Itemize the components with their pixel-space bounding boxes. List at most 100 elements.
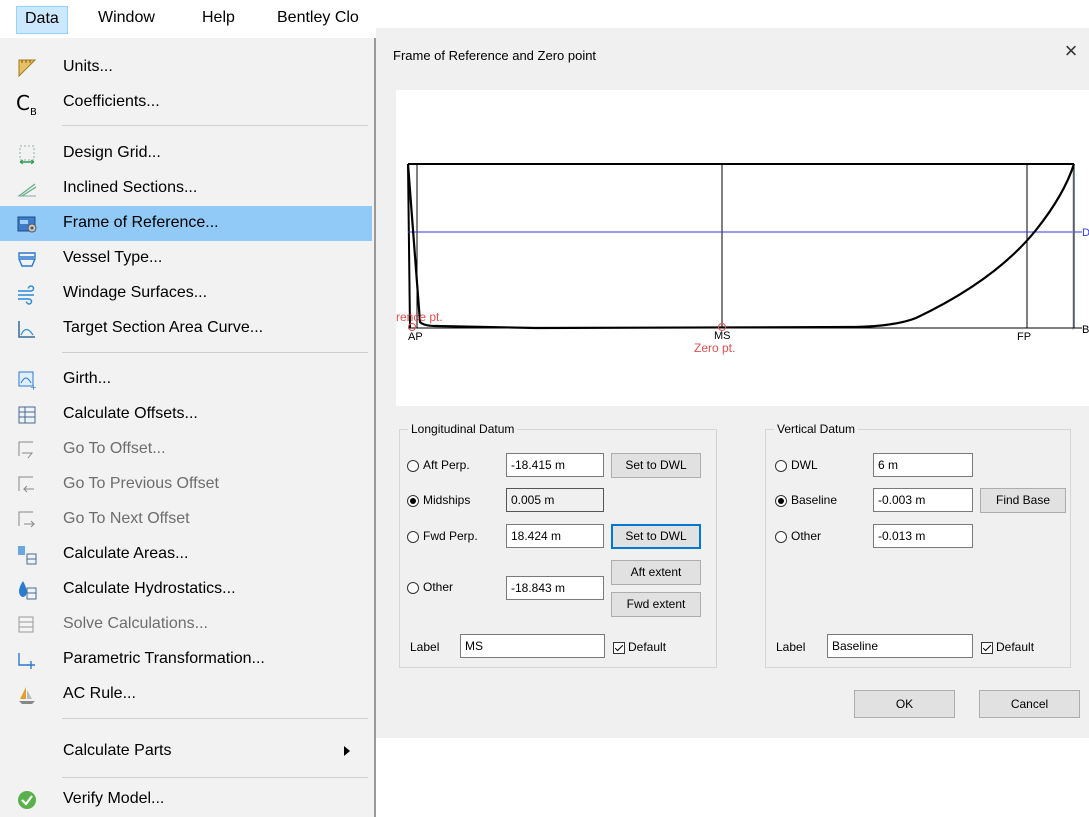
hull-preview: AP MS FP Zero pt. rence pt. D B — [396, 90, 1089, 406]
aft-perp-radio[interactable]: Aft Perp. — [407, 458, 470, 472]
fwd-perp-input[interactable]: 18.424 m — [506, 524, 604, 548]
vertical-datum-group: Vertical Datum DWL 6 m Baseline -0.003 m… — [765, 422, 1071, 668]
midships-radio[interactable]: Midships — [407, 493, 470, 507]
menu-item-inclined-sections[interactable]: Inclined Sections... — [0, 171, 372, 206]
menu-item-label: Parametric Transformation... — [63, 650, 265, 667]
aft-extent-button[interactable]: Aft extent — [611, 560, 701, 585]
menu-item-calculate-areas[interactable]: Calculate Areas... — [0, 537, 372, 572]
menu-item-calculate-hydrostatics[interactable]: Calculate Hydrostatics... — [0, 572, 372, 607]
design-grid-icon — [19, 145, 35, 165]
baseline-mark-label: B — [1082, 324, 1089, 336]
menu-item-ac-rule[interactable]: AC Rule... — [0, 677, 372, 712]
ap-label: AP — [408, 331, 423, 343]
vert-default-checkbox[interactable]: Default — [981, 640, 1034, 654]
radio-dot — [407, 460, 419, 472]
menu-bentley-cloud[interactable]: Bentley Clo — [277, 9, 359, 27]
fp-label: FP — [1017, 331, 1031, 343]
other-long-radio[interactable]: Other — [407, 580, 453, 594]
menu-item-vessel-type[interactable]: Vessel Type... — [0, 241, 372, 276]
coefficient-icon-subscript: B — [29, 107, 37, 118]
fwd-set-to-dwl-button[interactable]: Set to DWL — [611, 524, 701, 549]
dwl-radio[interactable]: DWL — [775, 458, 818, 472]
aft-perp-input[interactable]: -18.415 m — [506, 453, 604, 477]
reference-point-label: rence pt. — [396, 310, 443, 324]
wind-icon — [18, 285, 35, 305]
menu-item-target-section-area-curve[interactable]: Target Section Area Curve... — [0, 311, 372, 346]
fwd-extent-button[interactable]: Fwd extent — [611, 592, 701, 617]
menu-item-label: Calculate Offsets... — [63, 405, 198, 422]
coefficient-cb-icon: CB — [16, 92, 38, 118]
long-default-label: Default — [628, 640, 667, 654]
baseline-label: Baseline — [791, 493, 838, 507]
menu-item-windage-surfaces[interactable]: Windage Surfaces... — [0, 276, 372, 311]
cancel-button[interactable]: Cancel — [979, 690, 1080, 718]
menu-item-girth[interactable]: + Girth... — [0, 362, 372, 397]
menu-item-label: Units... — [63, 58, 113, 75]
menu-item-label: Calculate Parts — [63, 742, 172, 759]
menu-separator — [62, 352, 368, 353]
solve-calculations-icon — [18, 616, 34, 633]
offsets-table-icon — [18, 406, 36, 424]
dialog-title: Frame of Reference and Zero point — [393, 48, 597, 63]
menu-item-go-to-offset[interactable]: Go To Offset... — [0, 432, 372, 467]
menu-separator — [62, 125, 368, 126]
menu-help[interactable]: Help — [202, 9, 235, 27]
other-long-label: Other — [423, 580, 454, 594]
dwl-mark-label: D — [1082, 227, 1089, 239]
menu-data[interactable]: Data — [16, 6, 68, 34]
menu-item-go-to-next-offset[interactable]: Go To Next Offset — [0, 502, 372, 537]
menu-item-label: Solve Calculations... — [63, 615, 208, 632]
other-vert-input[interactable]: -0.013 m — [873, 524, 973, 548]
menu-item-label: Coefficients... — [63, 93, 160, 110]
radio-dot — [775, 460, 787, 472]
menu-item-coefficients[interactable]: CB Coefficients... — [0, 85, 372, 120]
menu-item-solve-calculations[interactable]: Solve Calculations... — [0, 607, 372, 642]
go-to-offset-icon — [18, 441, 34, 459]
menu-item-parametric-transformation[interactable]: Parametric Transformation... — [0, 642, 372, 677]
checkbox-box — [613, 642, 625, 654]
ruler-icon — [18, 59, 37, 78]
menu-item-calculate-offsets[interactable]: Calculate Offsets... — [0, 397, 372, 432]
calculate-areas-icon — [18, 546, 37, 565]
menu-item-label: Go To Offset... — [63, 440, 166, 457]
menu-item-label: AC Rule... — [63, 685, 136, 702]
long-label-caption: Label — [410, 640, 440, 654]
menu-item-label: Girth... — [63, 370, 112, 387]
aft-set-to-dwl-button[interactable]: Set to DWL — [611, 453, 701, 478]
menu-item-units[interactable]: Units... — [0, 50, 372, 85]
find-base-button[interactable]: Find Base — [980, 488, 1066, 513]
dwl-label: DWL — [791, 458, 818, 472]
menu-item-verify-model[interactable]: Verify Model... — [0, 782, 372, 817]
dwl-input[interactable]: 6 m — [873, 453, 973, 477]
menu-item-label: Frame of Reference... — [63, 214, 219, 231]
radio-dot — [407, 531, 419, 543]
longitudinal-datum-group: Longitudinal Datum Aft Perp. -18.415 m S… — [399, 422, 717, 668]
menu-item-go-to-previous-offset[interactable]: Go To Previous Offset — [0, 467, 372, 502]
vert-label-caption: Label — [776, 640, 806, 654]
frame-of-reference-icon — [17, 216, 37, 233]
menu-item-design-grid[interactable]: Design Grid... — [0, 136, 372, 171]
menu-item-calculate-parts[interactable]: Calculate Parts — [0, 734, 372, 769]
long-default-checkbox[interactable]: Default — [613, 640, 666, 654]
other-vert-radio[interactable]: Other — [775, 529, 821, 543]
menu-item-label: Calculate Areas... — [63, 545, 189, 562]
fwd-perp-radio[interactable]: Fwd Perp. — [407, 529, 478, 543]
baseline-radio[interactable]: Baseline — [775, 493, 837, 507]
vert-default-label: Default — [996, 640, 1035, 654]
ok-button[interactable]: OK — [854, 690, 955, 718]
vertical-datum-legend: Vertical Datum — [774, 422, 859, 436]
verify-check-icon — [18, 791, 36, 809]
baseline-input[interactable]: -0.003 m — [873, 488, 973, 512]
vert-label-input[interactable]: Baseline — [827, 634, 973, 658]
radio-dot — [407, 495, 419, 507]
other-long-input[interactable]: -18.843 m — [506, 576, 604, 600]
menu-window[interactable]: Window — [98, 9, 155, 27]
menu-item-label: Target Section Area Curve... — [63, 319, 264, 336]
previous-offset-icon — [18, 476, 34, 493]
long-label-input[interactable]: MS — [460, 634, 605, 658]
close-icon[interactable]: × — [1059, 38, 1083, 64]
menu-item-label: Go To Next Offset — [63, 510, 190, 527]
hull-profile-drawing: AP MS FP Zero pt. rence pt. D B — [396, 163, 1089, 355]
menu-item-frame-of-reference[interactable]: Frame of Reference... — [0, 206, 372, 241]
submenu-arrow-icon — [344, 746, 350, 756]
